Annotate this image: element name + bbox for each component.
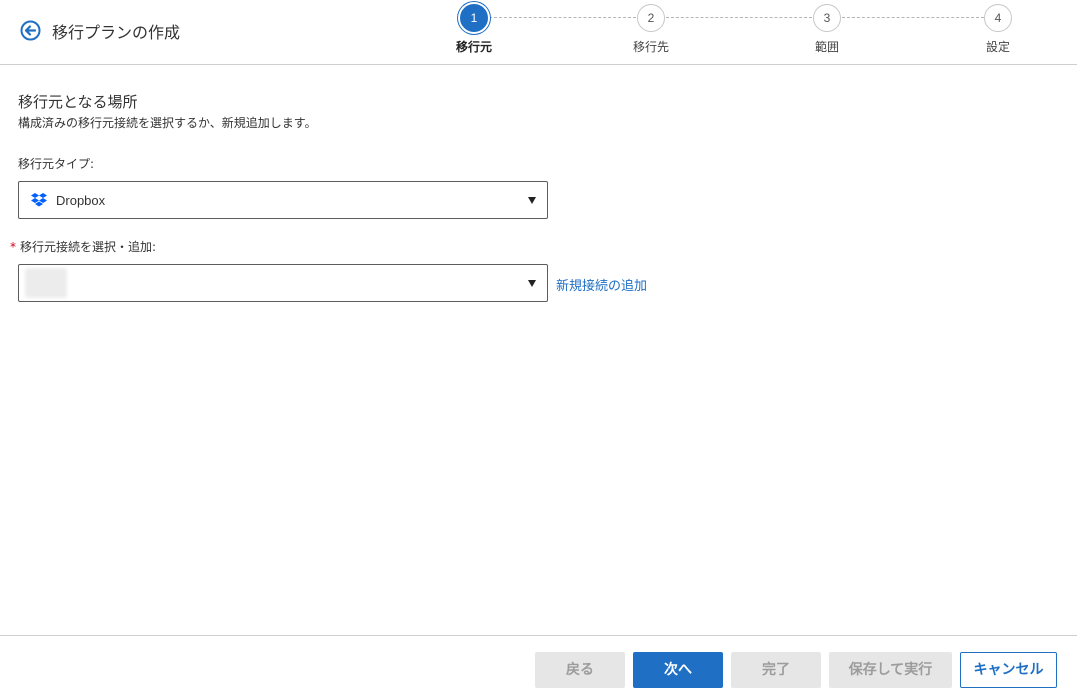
- step-number: 1: [460, 4, 488, 32]
- header: 移行プランの作成 1 移行元 2 移行先 3 範囲 4 設定: [0, 0, 1077, 65]
- source-type-value: Dropbox: [56, 193, 106, 208]
- caret-down-icon: [528, 197, 536, 204]
- step-scope: 3 範囲: [787, 4, 867, 55]
- step-settings: 4 設定: [958, 4, 1038, 55]
- back-button[interactable]: 戻る: [535, 652, 625, 688]
- step-number: 3: [813, 4, 841, 32]
- step-label: 移行元: [455, 40, 492, 54]
- step-label: 範囲: [814, 40, 839, 54]
- step-number: 2: [637, 4, 665, 32]
- step-label: 設定: [985, 40, 1010, 54]
- step-destination: 2 移行先: [611, 4, 691, 55]
- step-label: 移行先: [632, 40, 669, 54]
- connection-select[interactable]: [18, 264, 548, 302]
- next-button[interactable]: 次へ: [633, 652, 723, 688]
- back-arrow-icon[interactable]: [20, 20, 41, 41]
- source-type-select[interactable]: Dropbox: [18, 181, 548, 219]
- dropbox-icon: [31, 193, 47, 207]
- cancel-button[interactable]: キャンセル: [960, 652, 1057, 688]
- section-description: 構成済みの移行元接続を選択するか、新規追加します。: [18, 116, 317, 130]
- page-title: 移行プランの作成: [52, 23, 181, 42]
- create-migration-plan-page: 移行プランの作成 1 移行元 2 移行先 3 範囲 4 設定 移行元となる場所 …: [0, 0, 1077, 695]
- source-type-label: 移行元タイプ:: [18, 157, 95, 171]
- connection-label: * 移行元接続を選択・追加:: [10, 238, 156, 255]
- footer: 戻る 次へ 完了 保存して実行 キャンセル: [0, 635, 1077, 695]
- required-marker: *: [10, 240, 16, 254]
- step-number: 4: [984, 4, 1012, 32]
- redacted-connection-value: [25, 268, 67, 298]
- connection-label-text: 移行元接続を選択・追加:: [20, 240, 157, 254]
- add-connection-link[interactable]: 新規接続の追加: [556, 275, 647, 294]
- step-source: 1 移行元: [434, 4, 514, 55]
- finish-button[interactable]: 完了: [731, 652, 821, 688]
- section-title: 移行元となる場所: [18, 93, 138, 111]
- caret-down-icon: [528, 280, 536, 287]
- save-and-run-button[interactable]: 保存して実行: [829, 652, 952, 688]
